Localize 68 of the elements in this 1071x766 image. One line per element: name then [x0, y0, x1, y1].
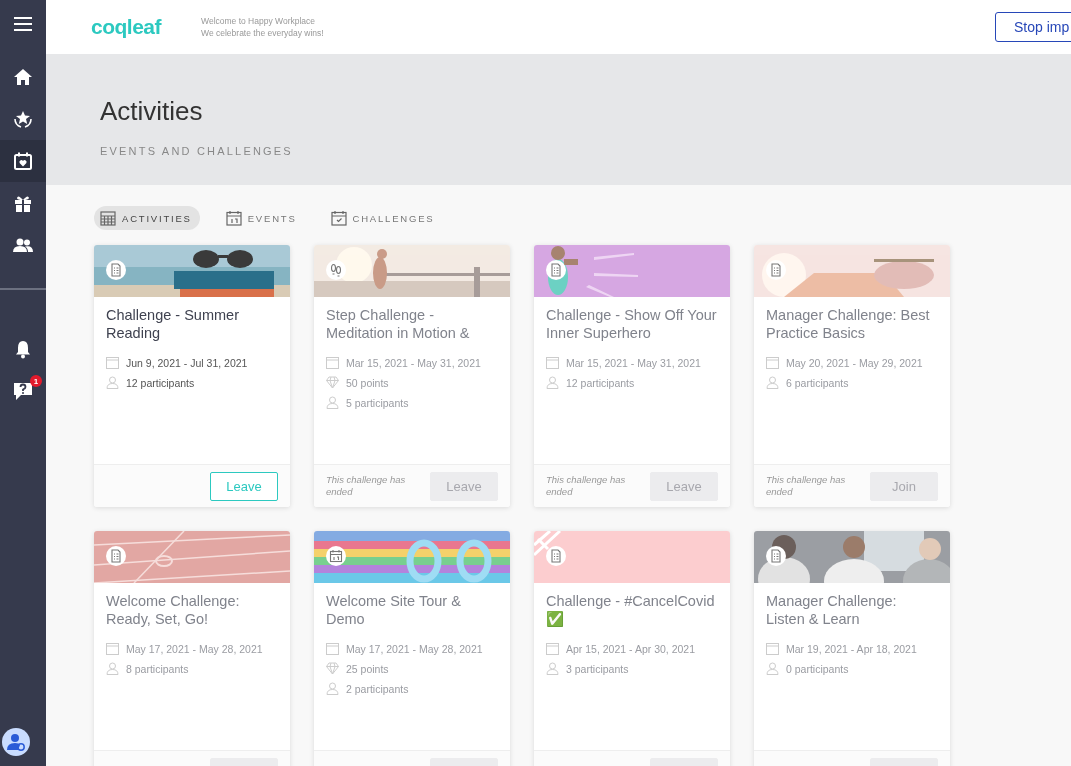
- card-title: Manager Challenge: Best Practice Basics: [766, 306, 931, 343]
- ended-note: This challenge has ended: [326, 474, 407, 498]
- participants-text: 0 participants: [786, 662, 849, 675]
- calendar-icon: [766, 642, 779, 655]
- card-action-button[interactable]: Leave: [210, 471, 278, 501]
- stop-button[interactable]: Stop imp: [995, 12, 1071, 42]
- person-icon: [546, 662, 559, 675]
- calendar-icon: [106, 356, 119, 369]
- participants-text: 5 participants: [346, 396, 409, 409]
- tab[interactable]: ACTIVITIES: [94, 206, 200, 230]
- person-icon: [766, 662, 779, 675]
- person-icon: [766, 376, 779, 389]
- calendar-icon: [546, 642, 559, 655]
- page-subtitle: EVENTS AND CHALLENGES: [100, 145, 294, 157]
- activity-card[interactable]: Challenge - #CancelCovid ✅ Apr 15, 2021 - Apr 30, 2021 3 participants: [534, 531, 730, 766]
- participants-text: 12 participants: [126, 376, 195, 389]
- participants-text: 3 participants: [566, 662, 629, 675]
- date-range: May 20, 2021 - May 29, 2021: [786, 356, 923, 369]
- calendar-check-icon: [330, 210, 347, 226]
- date-range: May 17, 2021 - May 28, 2021: [346, 642, 483, 655]
- calendar-icon: [546, 356, 559, 369]
- page-title: Activities: [100, 96, 204, 127]
- calendar-icon: [225, 210, 242, 226]
- date-range: Apr 15, 2021 - Apr 30, 2021: [566, 642, 695, 655]
- tab[interactable]: CHALLENGES: [324, 206, 443, 230]
- date-range: Mar 15, 2021 - May 31, 2021: [346, 356, 481, 369]
- calendar-icon[interactable]: [0, 140, 46, 182]
- calendar-icon: [326, 642, 339, 655]
- card-title: Manager Challenge: Listen & Learn: [766, 592, 898, 629]
- activity-card[interactable]: Challenge - Summer Reading Jun 9, 2021 - Jul 31, 2021 12 participants Leave: [94, 245, 290, 507]
- date-range: Mar 15, 2021 - May 31, 2021: [566, 356, 701, 369]
- person-icon: [106, 662, 119, 675]
- tab[interactable]: EVENTS: [219, 206, 305, 230]
- calendar-icon: [326, 356, 339, 369]
- participants-text: 12 participants: [566, 376, 635, 389]
- diamond-icon: [326, 662, 339, 675]
- date-range: May 17, 2021 - May 28, 2021: [126, 642, 263, 655]
- notification-badge: 1: [30, 375, 42, 387]
- participants-text: 6 participants: [786, 376, 849, 389]
- logo[interactable]: coqleaf: [91, 15, 162, 39]
- person-icon: [326, 396, 339, 409]
- tagline-text: Welcome to Happy Workplace: [201, 15, 317, 27]
- points-text: 50 points: [346, 376, 389, 389]
- ended-note: This challenge has ended: [766, 474, 847, 498]
- card-title: Challenge - Summer Reading: [106, 306, 240, 343]
- date-range: Jun 9, 2021 - Jul 31, 2021: [126, 356, 248, 369]
- card-title: Welcome Challenge: Ready, Set, Go!: [106, 592, 241, 629]
- card-title: Challenge - Show Off Your Inner Superhero: [546, 306, 718, 343]
- participants-text: 2 participants: [346, 682, 409, 695]
- grid-calendar-icon: [100, 210, 116, 226]
- activity-card[interactable]: Manager Challenge: Listen & Learn Mar 19, 2021 - Apr 18, 2021 0 participants: [754, 531, 950, 766]
- calendar-icon: [106, 642, 119, 655]
- points-text: 25 points: [346, 662, 389, 675]
- participants-text: 8 participants: [126, 662, 189, 675]
- ended-note: This challenge has ended: [546, 474, 627, 498]
- person-icon: [106, 376, 119, 389]
- avatar-icon[interactable]: [2, 728, 30, 756]
- diamond-icon: [326, 376, 339, 389]
- card-title: Step Challenge - Meditation in Motion &: [326, 306, 471, 343]
- calendar-icon: [766, 356, 779, 369]
- tagline-text: We celebrate the everyday wins!: [201, 27, 324, 39]
- activity-card[interactable]: Welcome Challenge: Ready, Set, Go! May 17, 2021 - May 28, 2021 8 participants: [94, 531, 290, 766]
- person-icon: [326, 682, 339, 695]
- date-range: Mar 19, 2021 - Apr 18, 2021: [786, 642, 917, 655]
- person-icon: [546, 376, 559, 389]
- card-title: Welcome Site Tour & Demo: [326, 592, 462, 629]
- activity-card[interactable]: Welcome Site Tour & Demo May 17, 2021 - May 28, 2021 25 points 2 participants: [314, 531, 510, 766]
- card-title: Challenge - #CancelCovid ✅: [546, 592, 716, 629]
